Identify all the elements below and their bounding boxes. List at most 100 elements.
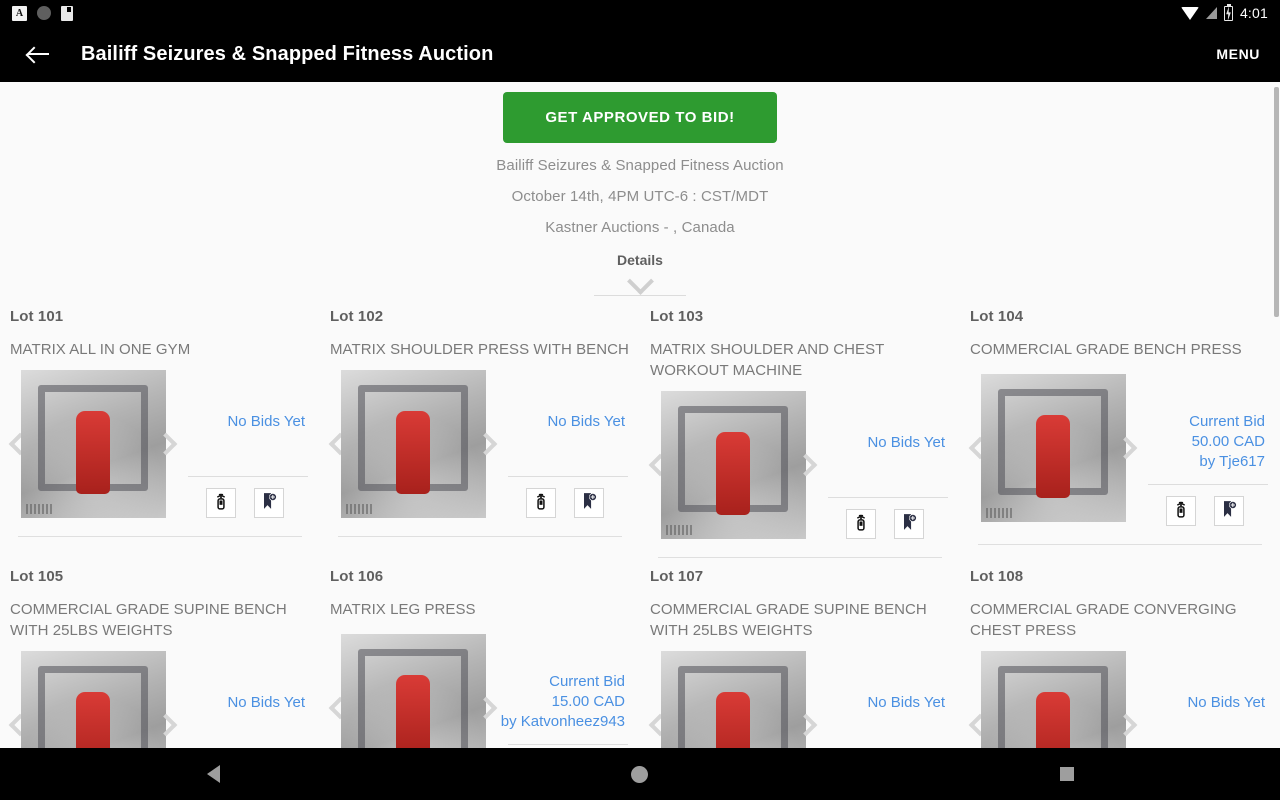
lot-number: Lot 104 <box>970 308 1024 325</box>
remote-bidder-icon <box>531 491 551 516</box>
carousel-next-icon[interactable] <box>798 457 814 473</box>
nav-home-button[interactable] <box>605 754 675 794</box>
lot-side-panel: Current Bid 15.00 CAD by Katvonheez943 <box>496 630 630 748</box>
bid-bidder: by Katvonheez943 <box>500 713 625 730</box>
vertical-scrollbar[interactable] <box>1274 82 1280 748</box>
lot-side-panel: No Bids Yet <box>816 391 950 539</box>
lot-photo[interactable] <box>340 370 486 518</box>
battery-charging-icon <box>1223 3 1233 21</box>
add-to-watchlist-bookmark-icon <box>899 512 919 537</box>
lot-body: No Bids Yet <box>10 370 310 518</box>
get-approved-to-bid-button[interactable]: GET APPROVED TO BID! <box>503 92 777 143</box>
lot-grid: Lot 101 MATRIX ALL IN ONE GYM No Bids Yet L… <box>0 298 1280 748</box>
lot-title: MATRIX SHOULDER PRESS WITH BENCH <box>330 341 629 358</box>
lot-number: Lot 102 <box>330 308 384 325</box>
add-to-watchlist-button[interactable] <box>574 488 604 518</box>
scrollbar-thumb[interactable] <box>1274 87 1279 317</box>
nav-back-button[interactable] <box>178 754 248 794</box>
details-label[interactable]: Details <box>0 252 1280 268</box>
carousel-next-icon[interactable] <box>1118 440 1134 456</box>
carousel-next-icon[interactable] <box>478 700 494 716</box>
lot-number: Lot 106 <box>330 568 384 585</box>
lot-side-panel: No Bids Yet <box>816 651 950 748</box>
carousel-next-icon[interactable] <box>798 717 814 733</box>
place-bid-button[interactable] <box>846 509 876 539</box>
scroll-content[interactable]: GET APPROVED TO BID! Bailiff Seizures & … <box>0 82 1280 748</box>
carousel-next-icon[interactable] <box>158 436 174 452</box>
bid-info: No Bids Yet <box>180 412 310 432</box>
bid-info: No Bids Yet <box>820 433 950 453</box>
place-bid-button[interactable] <box>1166 496 1196 526</box>
cell-signal-icon <box>1205 7 1217 19</box>
carousel-next-icon[interactable] <box>478 436 494 452</box>
bid-amount: 15.00 CAD <box>551 693 625 710</box>
add-to-watchlist-bookmark-icon <box>579 491 599 516</box>
lot-card-divider <box>338 536 622 537</box>
lot-photo[interactable] <box>20 651 166 748</box>
remote-bidder-icon <box>211 491 231 516</box>
menu-button[interactable]: MENU <box>1216 46 1260 62</box>
sd-card-icon <box>61 5 73 21</box>
lot-actions <box>500 477 630 518</box>
lot-number: Lot 103 <box>650 308 704 325</box>
lot-photo[interactable] <box>20 370 166 518</box>
bid-info: No Bids Yet <box>1140 693 1270 713</box>
lot-card[interactable]: Lot 101 MATRIX ALL IN ONE GYM No Bids Yet <box>0 298 320 558</box>
auction-header: GET APPROVED TO BID! Bailiff Seizures & … <box>0 82 1280 296</box>
bid-info: Current Bid 50.00 CAD by Tje617 <box>1140 412 1270 472</box>
add-to-watchlist-button[interactable] <box>894 509 924 539</box>
bid-status-label: Current Bid <box>549 673 625 690</box>
lot-card[interactable]: Lot 105 COMMERCIAL GRADE SUPINE BENCH WIT… <box>0 558 320 748</box>
lot-image-carousel[interactable] <box>10 651 176 748</box>
lot-title: COMMERCIAL GRADE BENCH PRESS <box>970 341 1242 358</box>
carousel-next-icon[interactable] <box>1118 717 1134 733</box>
auction-datetime: October 14th, 4PM UTC-6 : CST/MDT <box>511 188 769 205</box>
carousel-next-icon[interactable] <box>158 717 174 733</box>
lot-body: Current Bid 15.00 CAD by Katvonheez943 <box>330 630 630 748</box>
lot-card[interactable]: Lot 108 COMMERCIAL GRADE CONVERGING CHEST… <box>960 558 1280 748</box>
remote-bidder-icon <box>1171 499 1191 524</box>
place-bid-button[interactable] <box>526 488 556 518</box>
bid-info: No Bids Yet <box>500 412 630 432</box>
lot-card[interactable]: Lot 102 MATRIX SHOULDER PRESS WITH BENCH N… <box>320 298 640 558</box>
place-bid-button[interactable] <box>206 488 236 518</box>
lot-photo[interactable] <box>980 651 1126 748</box>
lot-body: Current Bid 50.00 CAD by Tje617 <box>970 370 1270 526</box>
add-to-watchlist-bookmark-icon <box>259 491 279 516</box>
lot-image-carousel[interactable] <box>970 651 1136 748</box>
add-to-watchlist-button[interactable] <box>1214 496 1244 526</box>
lot-image-carousel[interactable] <box>330 630 496 748</box>
lot-side-panel: No Bids Yet <box>496 370 630 518</box>
lot-card[interactable]: Lot 107 COMMERCIAL GRADE SUPINE BENCH WIT… <box>640 558 960 748</box>
chevron-down-icon[interactable] <box>627 272 653 285</box>
lot-number: Lot 101 <box>10 308 64 325</box>
lot-card[interactable]: Lot 104 COMMERCIAL GRADE BENCH PRESS Curre… <box>960 298 1280 558</box>
clock-time: 4:01 <box>1239 5 1268 21</box>
lot-image-carousel[interactable] <box>650 651 816 748</box>
status-bar-right-icons: 4:01 <box>1180 3 1268 21</box>
nav-recents-button[interactable] <box>1032 754 1102 794</box>
lot-image-carousel[interactable] <box>650 391 816 539</box>
circle-notification-icon <box>37 6 51 20</box>
lot-photo[interactable] <box>660 651 806 748</box>
lot-card[interactable]: Lot 106 MATRIX LEG PRESS Current Bid 15.00 … <box>320 558 640 748</box>
lot-body: No Bids Yet <box>330 370 630 518</box>
lot-image-carousel[interactable] <box>10 370 176 518</box>
lot-card[interactable]: Lot 103 MATRIX SHOULDER AND CHEST WORKOUT… <box>640 298 960 558</box>
auctioneer-location: Kastner Auctions - , Canada <box>545 219 735 236</box>
lot-image-carousel[interactable] <box>330 370 496 518</box>
android-navigation-bar <box>0 748 1280 800</box>
add-to-watchlist-button[interactable] <box>254 488 284 518</box>
lot-image-carousel[interactable] <box>970 370 1136 526</box>
status-bar: A 4:01 <box>0 0 1280 26</box>
lot-body: No Bids Yet <box>970 651 1270 748</box>
lot-photo[interactable] <box>980 374 1126 522</box>
lot-number: Lot 105 <box>10 568 64 585</box>
lot-side-panel: No Bids Yet <box>176 651 310 748</box>
lot-side-panel: No Bids Yet <box>176 370 310 518</box>
bid-status-label: Current Bid <box>1189 413 1265 430</box>
lot-photo[interactable] <box>660 391 806 539</box>
lot-photo[interactable] <box>340 634 486 748</box>
back-arrow-icon[interactable] <box>24 39 54 69</box>
remote-bidder-icon <box>851 512 871 537</box>
